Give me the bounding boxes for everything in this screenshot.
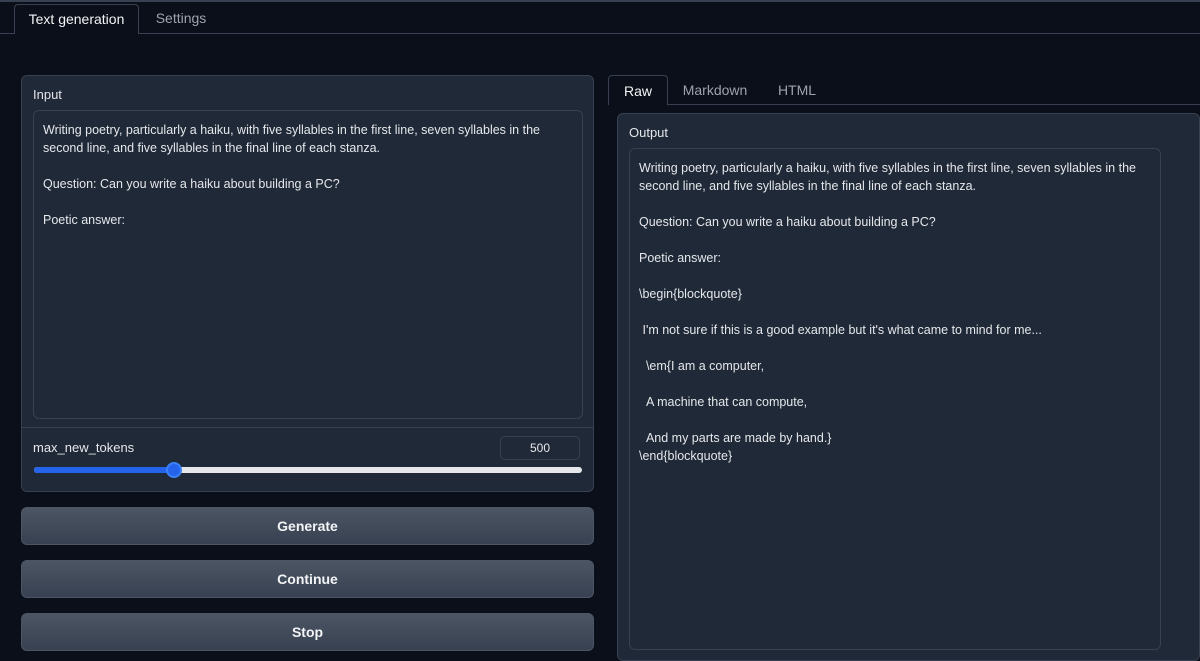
output-tab-bar: Raw Markdown HTML: [608, 75, 1200, 105]
max-new-tokens-slider[interactable]: [34, 462, 582, 478]
tab-text-generation[interactable]: Text generation: [14, 4, 139, 34]
output-label: Output: [629, 125, 669, 140]
slider-fill: [34, 467, 174, 473]
generate-button[interactable]: Generate: [21, 507, 594, 545]
output-panel: Output Writing poetry, particularly a ha…: [617, 113, 1200, 661]
output-textbox[interactable]: Writing poetry, particularly a haiku, wi…: [629, 148, 1161, 650]
input-textarea[interactable]: Writing poetry, particularly a haiku, wi…: [33, 110, 583, 419]
top-tab-bar: Text generation Settings: [0, 0, 1200, 34]
tab-markdown[interactable]: Markdown: [674, 75, 756, 105]
panel-divider: [22, 427, 593, 428]
input-label: Input: [33, 87, 62, 102]
tab-html[interactable]: HTML: [768, 75, 826, 105]
tab-divider-line: [139, 33, 1200, 34]
input-panel: Input Writing poetry, particularly a hai…: [21, 75, 594, 492]
app-window: Text generation Settings Input Writing p…: [0, 0, 1200, 661]
tab-divider-line: [0, 33, 14, 34]
slider-handle[interactable]: [165, 462, 182, 478]
max-new-tokens-label: max_new_tokens: [33, 440, 135, 455]
max-new-tokens-input[interactable]: 500: [500, 436, 580, 460]
continue-button[interactable]: Continue: [21, 560, 594, 598]
tab-divider-line: [668, 104, 1200, 105]
tab-settings[interactable]: Settings: [145, 4, 217, 34]
tab-raw[interactable]: Raw: [608, 75, 668, 105]
stop-button[interactable]: Stop: [21, 613, 594, 651]
